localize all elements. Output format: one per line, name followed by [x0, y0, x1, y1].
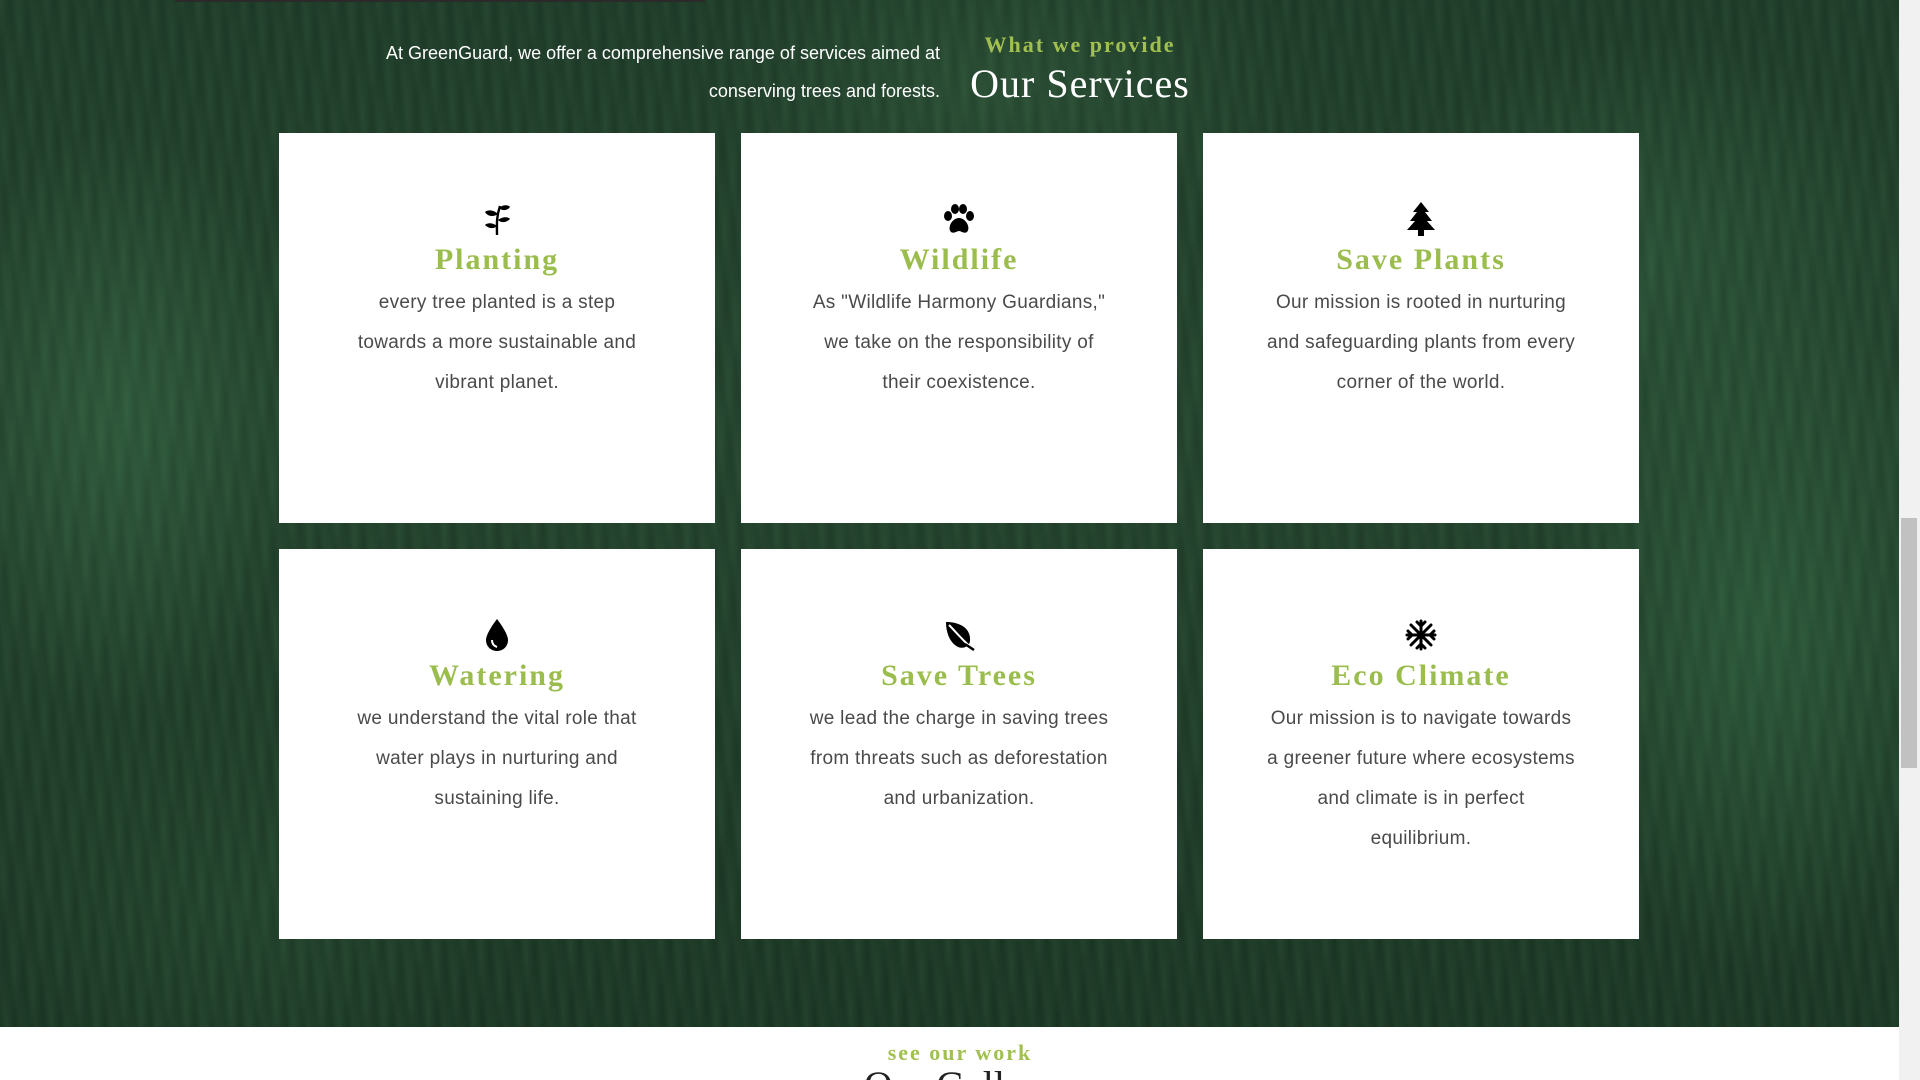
service-card-text: Our mission is to navigate towards a gre… — [1267, 708, 1575, 849]
service-card-wildlife: Wildlife As "Wildlife Harmony Guardians,… — [741, 133, 1177, 523]
services-intro: At GreenGuard, we offer a comprehensive … — [340, 34, 940, 110]
service-card-planting: Planting every tree planted is a step to… — [279, 133, 715, 523]
paw-icon — [741, 201, 1177, 237]
snowflake-icon — [1203, 617, 1639, 653]
leaf-icon — [741, 617, 1177, 653]
seedling-icon — [279, 201, 715, 237]
service-card-title: Wildlife — [899, 243, 1019, 276]
service-card-title: Eco Climate — [1331, 659, 1511, 692]
water-drop-icon — [279, 617, 715, 653]
service-card-title: Watering — [429, 659, 565, 692]
service-card-save-trees: Save Trees we lead the charge in saving … — [741, 549, 1177, 939]
service-card-text: Our mission is rooted in nurturing and s… — [1266, 292, 1576, 393]
service-card-title: Save Plants — [1336, 243, 1506, 276]
services-intro-line-2: conserving trees and forests. — [708, 81, 940, 101]
services-title: Our Services — [970, 61, 1190, 106]
services-eyebrow: What we provide — [984, 32, 1176, 57]
services-intro-line-1: At GreenGuard, we offer a comprehensive … — [386, 43, 940, 63]
gallery-title: Our Gallery — [760, 1064, 1160, 1080]
service-card-text: we understand the vital role that water … — [357, 708, 637, 809]
service-card-text: As "Wildlife Harmony Guardians," we take… — [812, 292, 1106, 393]
service-card-text: every tree planted is a step towards a m… — [357, 292, 637, 393]
service-card-title: Planting — [434, 243, 560, 276]
header-bottom-edge — [175, 0, 705, 2]
service-card-eco-climate: Eco Climate Our mission is to navigate t… — [1203, 549, 1639, 939]
service-card-save-plants: Save Plants Our mission is rooted in nur… — [1203, 133, 1639, 523]
service-card-watering: Watering we understand the vital role th… — [279, 549, 715, 939]
tree-icon — [1203, 201, 1639, 237]
service-card-text: we lead the charge in saving trees from … — [809, 708, 1109, 809]
scrollbar-thumb[interactable] — [1901, 518, 1917, 768]
service-card-title: Save Trees — [881, 659, 1037, 692]
gallery-eyebrow: see our work — [887, 1040, 1033, 1065]
